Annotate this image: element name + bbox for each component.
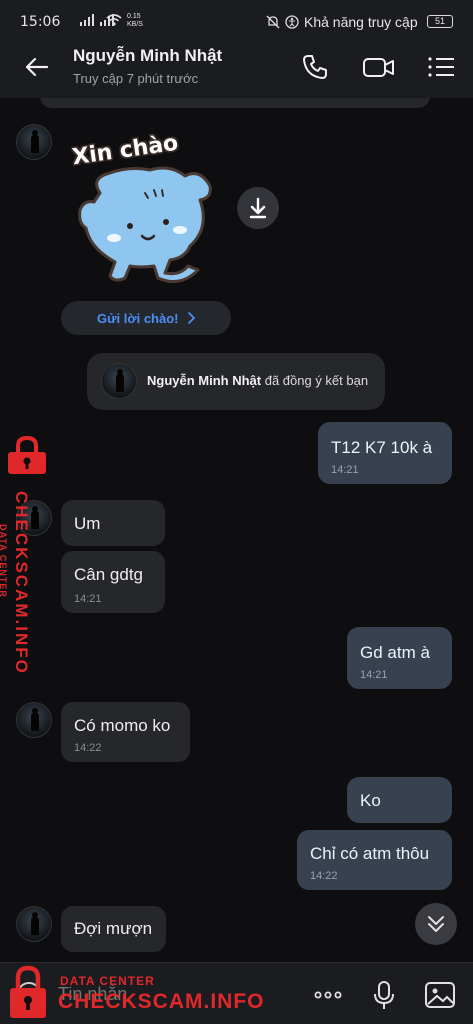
last-seen-status: Truy cập 7 phút trước (73, 71, 199, 86)
download-icon (249, 197, 267, 219)
emoji-icon[interactable] (16, 981, 42, 1007)
microphone-icon[interactable] (368, 979, 400, 1011)
message-text: Có momo ko (74, 716, 171, 735)
phone-call-icon[interactable] (300, 52, 330, 82)
chat-header: Nguyễn Minh Nhật Truy cập 7 phút trước (0, 36, 473, 98)
message-time: 14:21 (360, 669, 388, 681)
incoming-message[interactable]: Có momo ko 14:22 (61, 702, 190, 762)
chat-area[interactable]: Xin chào Gửi lời chào! Nguyễn Minh Nhật … (0, 98, 473, 962)
download-button[interactable] (237, 187, 279, 229)
network-speed-value: 0.15 (127, 13, 141, 20)
friend-accepted-message: đã đồng ý kết bạn (261, 373, 369, 388)
message-time: 14:22 (74, 742, 102, 754)
video-call-icon[interactable] (362, 52, 396, 82)
message-time: 14:22 (310, 870, 338, 882)
outgoing-message[interactable]: Gd atm à 14:21 (347, 627, 452, 689)
incoming-message[interactable]: Đợi mượn (61, 906, 166, 952)
avatar (101, 363, 137, 399)
outgoing-message[interactable]: T12 K7 10k à 14:21 (318, 422, 452, 484)
message-text: Đợi mượn (74, 919, 153, 938)
friend-accepted-text: Nguyễn Minh Nhật đã đồng ý kết bạn (147, 373, 368, 388)
send-greeting-button[interactable]: Gửi lời chào! (61, 301, 231, 335)
contact-name[interactable]: Nguyễn Minh Nhật (73, 46, 222, 66)
image-gallery-icon[interactable] (424, 979, 456, 1011)
wifi-icon (106, 14, 122, 26)
back-arrow-icon[interactable] (22, 52, 52, 82)
incoming-message[interactable]: Um (61, 500, 165, 546)
double-chevron-down-icon (428, 916, 444, 932)
previous-message-bubble (40, 98, 430, 108)
outgoing-message[interactable]: Chỉ có atm thôu 14:22 (297, 830, 452, 890)
message-text: Chỉ có atm thôu (310, 844, 430, 863)
menu-list-icon[interactable] (426, 52, 456, 82)
message-time: 14:21 (331, 464, 359, 476)
bell-off-icon (266, 15, 280, 29)
message-composer (0, 962, 473, 1024)
message-time: 14:21 (74, 593, 102, 605)
status-time: 15:06 (20, 14, 61, 30)
status-bar: 15:06 0.15 KB/S Khả năng truy cập 51 (0, 0, 473, 36)
send-greeting-label: Gửi lời chào! (97, 311, 179, 326)
message-input[interactable] (58, 977, 288, 1011)
chevron-right-icon (188, 312, 196, 324)
message-text: Cân gdtg (74, 565, 143, 584)
message-text: Um (74, 514, 101, 533)
avatar[interactable] (16, 702, 52, 738)
battery-indicator: 51 (427, 15, 453, 28)
friend-accepted-notice: Nguyễn Minh Nhật đã đồng ý kết bạn (87, 353, 385, 410)
message-text: T12 K7 10k à (331, 438, 433, 457)
avatar[interactable] (16, 500, 52, 536)
network-speed: 0.15 KB/S (127, 13, 143, 29)
avatar[interactable] (16, 124, 52, 160)
message-text: Ko (360, 791, 381, 810)
friend-name: Nguyễn Minh Nhật (147, 373, 262, 388)
more-options-icon[interactable] (312, 979, 344, 1011)
avatar[interactable] (16, 906, 52, 942)
scroll-to-bottom-button[interactable] (415, 903, 457, 945)
network-speed-unit: KB/S (127, 21, 143, 28)
accessibility-text: Khả năng truy cập (304, 14, 418, 30)
accessibility-icon (285, 15, 299, 29)
message-text: Gd atm à (360, 643, 430, 662)
incoming-message[interactable]: Cân gdtg 14:21 (61, 551, 165, 613)
outgoing-message[interactable]: Ko (347, 777, 452, 823)
